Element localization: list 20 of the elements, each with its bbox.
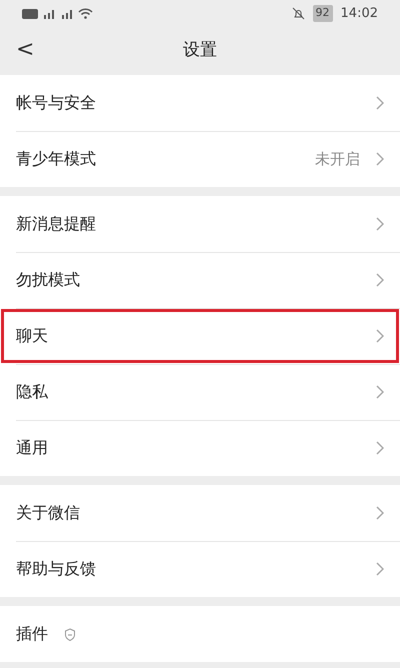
item-label: 帐号与安全 <box>16 92 96 114</box>
page-title: 设置 <box>183 39 217 62</box>
item-label: 聊天 <box>16 325 48 347</box>
signal-icon <box>42 8 56 19</box>
wifi-icon <box>78 8 93 19</box>
item-label: 关于微信 <box>16 502 80 524</box>
battery-level: 92 <box>312 5 333 22</box>
item-label: 插件 <box>16 623 48 645</box>
item-label: 青少年模式 <box>16 148 96 170</box>
item-label: 勿扰模式 <box>16 269 80 291</box>
item-label: 隐私 <box>16 381 48 403</box>
signal-icon <box>60 8 74 19</box>
item-label: 帮助与反馈 <box>16 558 96 580</box>
clock: 14:02 <box>340 4 378 23</box>
item-label: 通用 <box>16 437 48 459</box>
mute-bell-icon <box>292 7 305 20</box>
item-label: 新消息提醒 <box>16 213 96 235</box>
item-value: 未开启 <box>315 148 360 170</box>
settings-item[interactable]: 聊天 <box>0 308 400 364</box>
back-button[interactable]: < <box>10 33 40 66</box>
